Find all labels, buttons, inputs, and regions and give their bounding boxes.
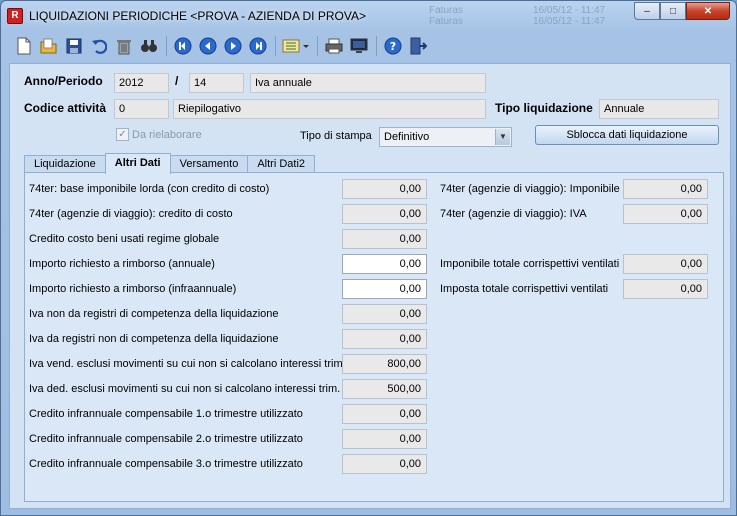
field-label: Iva ded. esclusi movimenti su cui non si… <box>29 383 341 395</box>
minimize-button[interactable]: – <box>634 2 660 20</box>
imposta-ventilati-field[interactable]: 0,00 <box>623 279 708 299</box>
exit-icon[interactable] <box>407 35 429 57</box>
codice-attivita-field[interactable]: 0 <box>114 99 169 119</box>
window-title: LIQUIDAZIONI PERIODICHE <PROVA - AZIENDA… <box>29 9 366 23</box>
iva-deducibile-field[interactable]: 500,00 <box>342 379 427 399</box>
field-label: Importo richiesto a rimborso (infraannua… <box>29 283 237 295</box>
first-record-icon[interactable] <box>172 35 194 57</box>
credito-di-costo-field[interactable]: 0,00 <box>342 204 427 224</box>
field-label: Iva non da registri di competenza della … <box>29 308 279 320</box>
field-label: Credito infrannuale compensabile 1.o tri… <box>29 408 303 420</box>
da-rielaborare-label: Da rielaborare <box>132 128 202 141</box>
credito-1-trimestre-field[interactable]: 0,00 <box>342 404 427 424</box>
field-label: Iva vend. esclusi movimenti su cui non s… <box>29 358 346 370</box>
iva-da-registri-field[interactable]: 0,00 <box>342 329 427 349</box>
last-record-icon[interactable] <box>247 35 269 57</box>
field-label: Importo richiesto a rimborso (annuale) <box>29 258 215 270</box>
altri-dati-tab-content: 74ter: base imponibile lorda (con credit… <box>24 172 724 502</box>
rimborso-annuale-field[interactable]: 0,00 <box>342 254 427 274</box>
field-label: 74ter (agenzie di viaggio): credito di c… <box>29 208 233 220</box>
74ter-iva-field[interactable]: 0,00 <box>623 204 708 224</box>
74ter-imponibile-field[interactable]: 0,00 <box>623 179 708 199</box>
tipo-liquidazione-field: Annuale <box>599 99 719 119</box>
chevron-down-icon[interactable]: ▼ <box>495 129 510 145</box>
svg-text:?: ? <box>390 40 396 53</box>
toolbar-separator <box>275 36 276 56</box>
print-icon[interactable] <box>323 35 345 57</box>
search-icon[interactable] <box>138 35 160 57</box>
tipo-stampa-label: Tipo di stampa <box>300 130 372 142</box>
background-window-text: 16/05/12 - 11:47 <box>533 5 606 16</box>
new-document-icon[interactable] <box>13 35 35 57</box>
window-controls: – □ ✕ <box>634 2 730 20</box>
field-label: Credito costo beni usati regime globale <box>29 233 220 245</box>
codice-attivita-description: Riepilogativo <box>173 99 486 119</box>
background-window-text: 16/05/12 - 11:47 <box>533 16 606 27</box>
field-label: Imponibile totale corrispettivi ventilat… <box>440 258 620 270</box>
periodo-description: Iva annuale <box>250 73 486 93</box>
app-icon[interactable]: R <box>7 8 23 24</box>
credito-2-trimestre-field[interactable]: 0,00 <box>342 429 427 449</box>
title-bar[interactable]: R LIQUIDAZIONI PERIODICHE <PROVA - AZIEN… <box>1 1 736 31</box>
toolbar-separator <box>166 36 167 56</box>
tipo-liquidazione-label: Tipo liquidazione <box>495 101 593 115</box>
anno-periodo-label: Anno/Periodo <box>24 74 103 88</box>
field-label: Credito infrannuale compensabile 2.o tri… <box>29 433 303 445</box>
field-label: 74ter: base imponibile lorda (con credit… <box>29 183 270 195</box>
rimborso-infraannuale-field[interactable]: 0,00 <box>342 279 427 299</box>
field-label: Credito infrannuale compensabile 3.o tri… <box>29 458 303 470</box>
field-label: Imposta totale corrispettivi ventilati <box>440 283 609 295</box>
background-window-text: Faturas <box>429 5 463 16</box>
check-icon: ✓ <box>116 128 129 141</box>
save-icon[interactable] <box>63 35 85 57</box>
tipo-stampa-value: Definitivo <box>384 131 430 143</box>
codice-attivita-label: Codice attività <box>24 101 107 115</box>
previous-record-icon[interactable] <box>197 35 219 57</box>
maximize-button[interactable]: □ <box>660 2 686 20</box>
open-folder-icon[interactable] <box>38 35 60 57</box>
credito-3-trimestre-field[interactable]: 0,00 <box>342 454 427 474</box>
tab-bar: Liquidazione Altri Dati Versamento Altri… <box>24 153 316 174</box>
next-record-icon[interactable] <box>222 35 244 57</box>
main-panel: Anno/Periodo 2012 / 14 Iva annuale Codic… <box>9 63 731 509</box>
main-window: R LIQUIDAZIONI PERIODICHE <PROVA - AZIEN… <box>0 0 737 516</box>
anno-field[interactable]: 2012 <box>114 73 169 93</box>
list-view-icon[interactable] <box>281 35 311 57</box>
background-window-text: Faturas <box>429 16 463 27</box>
delete-icon[interactable] <box>113 35 135 57</box>
preview-monitor-icon[interactable] <box>348 35 370 57</box>
base-imponibile-lorda-field[interactable]: 0,00 <box>342 179 427 199</box>
tab-altri-dati[interactable]: Altri Dati <box>104 153 171 174</box>
da-rielaborare-checkbox[interactable]: ✓ Da rielaborare <box>116 128 202 141</box>
sblocca-dati-button[interactable]: Sblocca dati liquidazione <box>535 125 719 145</box>
toolbar-separator <box>376 36 377 56</box>
toolbar-separator <box>317 36 318 56</box>
iva-vendite-field[interactable]: 800,00 <box>342 354 427 374</box>
field-label: Iva da registri non di competenza della … <box>29 333 279 345</box>
imponibile-ventilati-field[interactable]: 0,00 <box>623 254 708 274</box>
tipo-stampa-select[interactable]: Definitivo ▼ <box>379 127 512 147</box>
period-separator: / <box>175 74 179 88</box>
field-label: 74ter (agenzie di viaggio): IVA <box>440 208 587 220</box>
iva-non-da-registri-field[interactable]: 0,00 <box>342 304 427 324</box>
field-label: 74ter (agenzie di viaggio): Imponibile <box>440 183 620 195</box>
help-icon[interactable]: ? <box>382 35 404 57</box>
undo-icon[interactable] <box>88 35 110 57</box>
close-button[interactable]: ✕ <box>686 2 730 20</box>
credito-beni-usati-field[interactable]: 0,00 <box>342 229 427 249</box>
toolbar: ? <box>9 32 729 60</box>
periodo-field[interactable]: 14 <box>189 73 244 93</box>
